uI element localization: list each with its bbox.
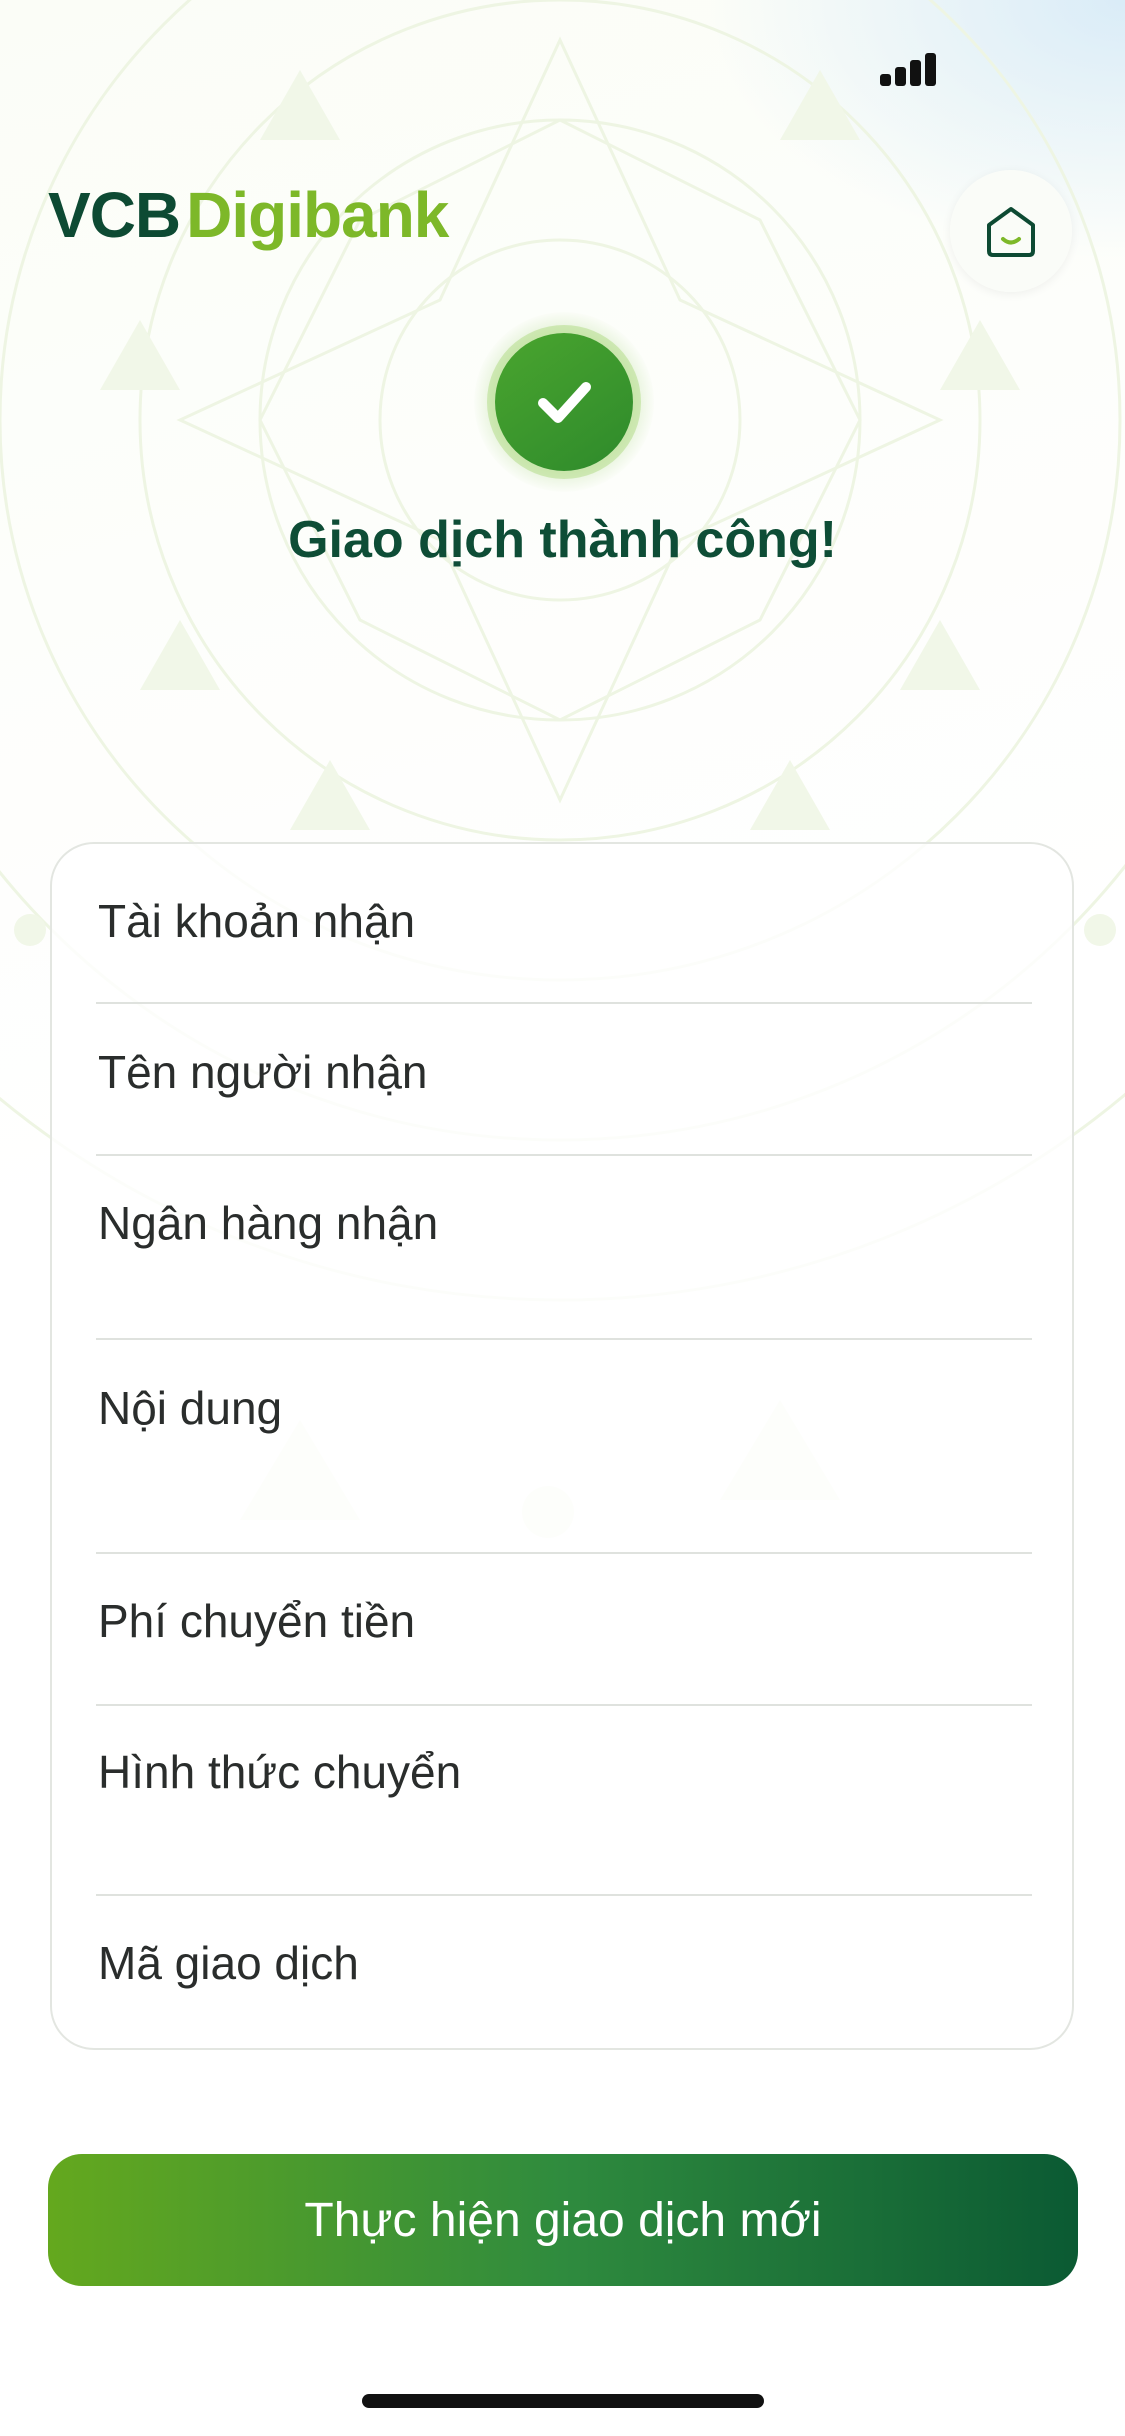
divider: [96, 1338, 1032, 1340]
check-circle-icon: [495, 333, 633, 471]
detail-label-transfer-method: Hình thức chuyển: [98, 1746, 462, 1798]
success-badge: [474, 312, 654, 492]
transaction-details-card: Tài khoản nhận Tên người nhận Ngân hàng …: [50, 842, 1074, 2050]
new-transaction-button[interactable]: Thực hiện giao dịch mới: [48, 2154, 1078, 2286]
detail-label-content: Nội dung: [98, 1382, 283, 1434]
home-icon: [987, 207, 1035, 257]
detail-label-transaction-code: Mã giao dịch: [98, 1937, 359, 1989]
logo-primary: VCB: [48, 179, 181, 251]
checkmark-icon: [538, 382, 591, 423]
divider: [96, 1704, 1032, 1706]
home-indicator[interactable]: [362, 2394, 764, 2408]
home-button[interactable]: [950, 170, 1072, 292]
cellular-signal-icon: [880, 50, 936, 86]
detail-label-receiving-account: Tài khoản nhận: [98, 895, 416, 947]
divider: [96, 1002, 1032, 1004]
divider: [96, 1154, 1032, 1156]
vcb-digibank-logo: VCBDigibank: [48, 178, 449, 252]
divider: [96, 1552, 1032, 1554]
detail-label-receiving-bank: Ngân hàng nhận: [98, 1197, 439, 1249]
logo-secondary: Digibank: [186, 179, 449, 251]
detail-label-recipient-name: Tên người nhận: [98, 1046, 428, 1098]
divider: [96, 1894, 1032, 1896]
detail-label-transfer-fee: Phí chuyển tiền: [98, 1595, 416, 1647]
success-title: Giao dịch thành công!: [288, 511, 837, 569]
